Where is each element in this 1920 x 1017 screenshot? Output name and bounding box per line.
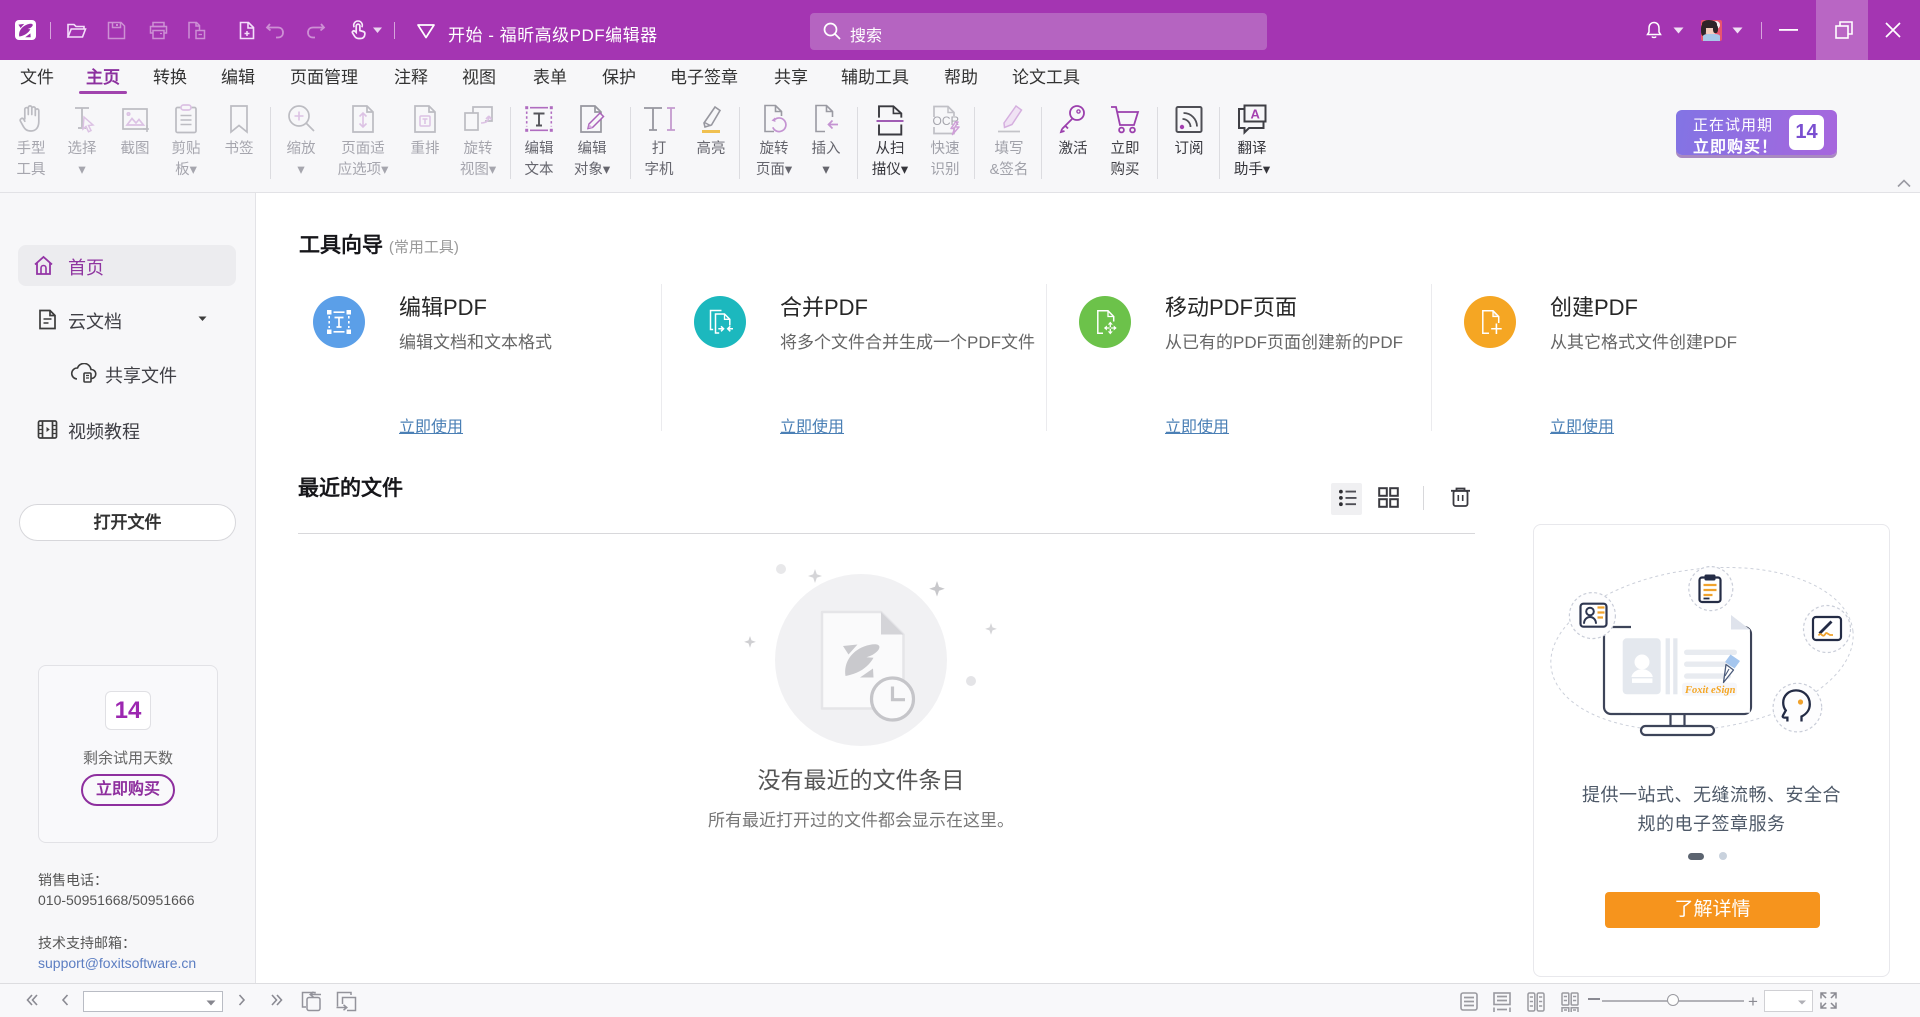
svg-text:A: A — [1251, 107, 1261, 122]
svg-text:Foxit eSign: Foxit eSign — [1684, 685, 1736, 696]
